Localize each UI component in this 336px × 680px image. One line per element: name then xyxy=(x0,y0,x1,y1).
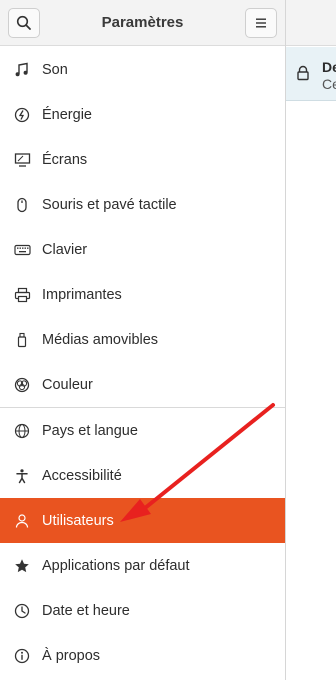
removable-media-icon xyxy=(12,330,32,350)
sidebar-item-label: Écrans xyxy=(42,151,88,168)
clock-icon xyxy=(12,601,32,621)
star-icon xyxy=(12,556,32,576)
hamburger-icon xyxy=(256,18,266,28)
sidebar-item-son[interactable]: Son xyxy=(0,47,285,92)
sidebar-item-label: Énergie xyxy=(42,106,92,123)
sidebar-item-label: Date et heure xyxy=(42,602,130,619)
unlock-banner[interactable]: De Ce xyxy=(286,47,336,101)
sidebar-item-label: Clavier xyxy=(42,241,88,258)
sidebar-item-label: Accessibilité xyxy=(42,467,122,484)
sidebar-item-pays-langue[interactable]: Pays et langue xyxy=(0,408,285,453)
sidebar-item-label: Son xyxy=(42,61,68,78)
sidebar-item-souris[interactable]: Souris et pavé tactile xyxy=(0,182,285,227)
power-icon xyxy=(12,105,32,125)
printer-icon xyxy=(12,285,32,305)
sidebar-item-label: Imprimantes xyxy=(42,286,122,303)
menu-button[interactable] xyxy=(245,8,277,38)
content-header xyxy=(286,0,336,46)
sidebar-item-ecrans[interactable]: Écrans xyxy=(0,137,285,182)
sidebar-item-imprimantes[interactable]: Imprimantes xyxy=(0,272,285,317)
globe-icon xyxy=(12,421,32,441)
sidebar-item-accessibilite[interactable]: Accessibilité xyxy=(0,453,285,498)
sidebar-item-medias[interactable]: Médias amovibles xyxy=(0,317,285,362)
user-icon xyxy=(12,511,32,531)
keyboard-icon xyxy=(12,240,32,260)
sidebar-item-applications[interactable]: Applications par défaut xyxy=(0,543,285,588)
unlock-title: De xyxy=(322,59,336,75)
sidebar-item-a-propos[interactable]: À propos xyxy=(0,633,285,678)
info-icon xyxy=(12,646,32,666)
accessibility-icon xyxy=(12,466,32,486)
mouse-icon xyxy=(12,195,32,215)
sidebar-item-clavier[interactable]: Clavier xyxy=(0,227,285,272)
sidebar-item-date-heure[interactable]: Date et heure xyxy=(0,588,285,633)
lock-icon xyxy=(297,65,309,81)
display-icon xyxy=(12,150,32,170)
settings-list: Son Énergie Écrans Souris et pavé tactil… xyxy=(0,47,285,678)
sidebar-item-label: Pays et langue xyxy=(42,422,138,439)
sidebar-item-label: Utilisateurs xyxy=(42,512,114,529)
sidebar: Paramètres Son Énergie Écrans Souris et … xyxy=(0,0,286,680)
sidebar-item-label: Couleur xyxy=(42,376,93,393)
sidebar-header: Paramètres xyxy=(0,0,285,46)
page-title: Paramètres xyxy=(101,14,184,31)
sidebar-item-label: À propos xyxy=(42,647,101,664)
sidebar-item-couleur[interactable]: Couleur xyxy=(0,362,285,407)
content-panel: De Ce xyxy=(286,0,336,680)
color-icon xyxy=(12,375,32,395)
sidebar-item-energie[interactable]: Énergie xyxy=(0,92,285,137)
sidebar-item-utilisateurs[interactable]: Utilisateurs xyxy=(0,498,285,543)
sidebar-item-label: Applications par défaut xyxy=(42,557,190,574)
music-note-icon xyxy=(12,60,32,80)
sidebar-item-label: Souris et pavé tactile xyxy=(42,196,177,213)
sidebar-item-label: Médias amovibles xyxy=(42,331,159,348)
search-icon xyxy=(16,15,31,30)
search-button[interactable] xyxy=(8,8,40,38)
unlock-subtitle: Ce xyxy=(322,76,336,92)
